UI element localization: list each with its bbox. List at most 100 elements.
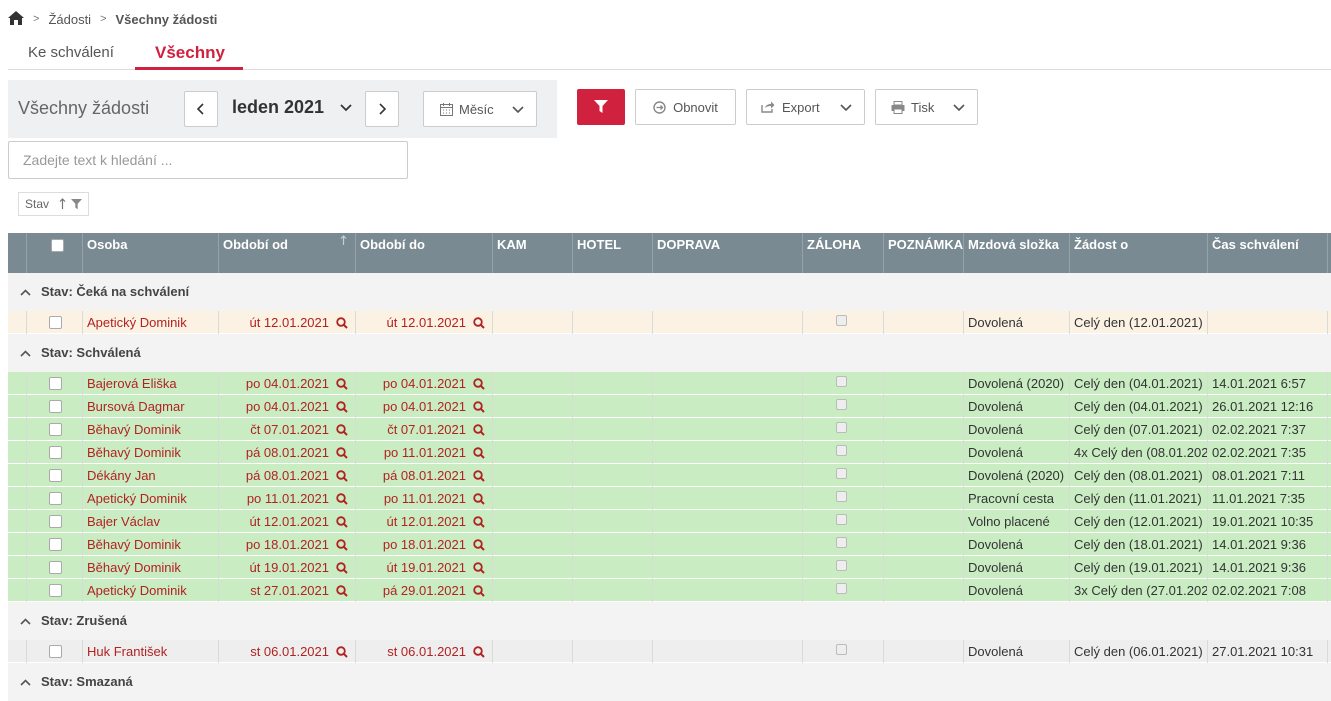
row-checkbox[interactable]: [49, 492, 62, 505]
table-row[interactable]: Běhavý Dominik po 18.01.2021 po 18.01.2021…: [8, 533, 1331, 556]
cell-person[interactable]: Běhavý Dominik: [83, 556, 219, 579]
table-row[interactable]: Běhavý Dominik pá 08.01.2021 po 11.01.2021…: [8, 441, 1331, 464]
column-header-approval-time[interactable]: Čas schválení: [1208, 233, 1328, 273]
row-checkbox[interactable]: [49, 584, 62, 597]
table-row[interactable]: Běhavý Dominik čt 07.01.2021 čt 07.01.2021…: [8, 418, 1331, 441]
next-month-button[interactable]: [365, 91, 399, 127]
cell-person[interactable]: Bajerová Eliška: [83, 372, 219, 395]
filter-icon[interactable]: [71, 198, 83, 210]
column-header-hotel[interactable]: HOTEL: [573, 233, 653, 273]
row-checkbox[interactable]: [49, 538, 62, 551]
cell-person[interactable]: Běhavý Dominik: [83, 533, 219, 556]
select-all-checkbox[interactable]: [51, 239, 64, 252]
cell-person[interactable]: Apetický Dominik: [83, 579, 219, 602]
cell-person[interactable]: Běhavý Dominik: [83, 441, 219, 464]
group-header[interactable]: Stav: Schválená: [8, 334, 1331, 372]
cell-person[interactable]: Běhavý Dominik: [83, 418, 219, 441]
group-chip-status[interactable]: Stav: [18, 192, 90, 216]
view-select[interactable]: Měsíc: [423, 91, 537, 127]
chevron-up-icon[interactable]: [20, 618, 31, 625]
row-checkbox[interactable]: [49, 446, 62, 459]
column-header-person[interactable]: Osoba: [83, 233, 219, 273]
search-icon[interactable]: [336, 493, 348, 505]
column-header-date-from[interactable]: Období od: [219, 233, 356, 273]
search-icon[interactable]: [336, 585, 348, 597]
search-icon[interactable]: [473, 447, 485, 459]
row-checkbox[interactable]: [49, 377, 62, 390]
column-header-zaloha[interactable]: ZÁLOHA: [803, 233, 884, 273]
search-icon[interactable]: [473, 401, 485, 413]
search-icon[interactable]: [473, 539, 485, 551]
tab-all[interactable]: Všechny: [135, 38, 243, 70]
search-icon[interactable]: [336, 562, 348, 574]
search-icon[interactable]: [336, 401, 348, 413]
table-row[interactable]: Běhavý Dominik út 19.01.2021 út 19.01.2021…: [8, 556, 1331, 579]
current-month[interactable]: leden 2021: [232, 97, 324, 118]
prev-month-button[interactable]: [184, 91, 218, 127]
row-checkbox[interactable]: [49, 561, 62, 574]
search-icon[interactable]: [473, 470, 485, 482]
search-icon[interactable]: [336, 424, 348, 436]
table-row[interactable]: Apetický Dominik po 11.01.2021 po 11.01.20…: [8, 487, 1331, 510]
row-checkbox[interactable]: [49, 645, 62, 658]
column-header-request-for[interactable]: Žádost o: [1070, 233, 1208, 273]
search-icon[interactable]: [473, 317, 485, 329]
filter-button[interactable]: [577, 89, 625, 125]
chevron-up-icon[interactable]: [20, 350, 31, 357]
table-row[interactable]: Bajer Václav út 12.01.2021 út 12.01.2021 Vo…: [8, 510, 1331, 533]
search-icon[interactable]: [473, 424, 485, 436]
breadcrumb-item-requests[interactable]: Žádosti: [48, 12, 91, 27]
group-header[interactable]: Stav: Čeká na schválení: [8, 273, 1331, 311]
column-header-doprava[interactable]: DOPRAVA: [653, 233, 803, 273]
search-icon[interactable]: [473, 493, 485, 505]
search-icon[interactable]: [336, 539, 348, 551]
column-header-payroll[interactable]: Mzdová složka: [964, 233, 1070, 273]
cell-person[interactable]: Apetický Dominik: [83, 311, 219, 334]
cell-person[interactable]: Bajer Václav: [83, 510, 219, 533]
search-icon[interactable]: [473, 585, 485, 597]
chevron-up-icon[interactable]: [20, 289, 31, 296]
search-icon[interactable]: [336, 516, 348, 528]
sort-asc-icon[interactable]: [340, 235, 347, 246]
print-button[interactable]: Tisk: [875, 89, 978, 125]
row-checkbox[interactable]: [49, 400, 62, 413]
column-header-poznamka[interactable]: POZNÁMKA: [884, 233, 964, 273]
search-icon[interactable]: [336, 646, 348, 658]
table-row[interactable]: Apetický Dominik st 27.01.2021 pá 29.01.20…: [8, 579, 1331, 602]
cell-person[interactable]: Huk František: [83, 640, 219, 663]
cell-person[interactable]: Dékány Jan: [83, 464, 219, 487]
group-header[interactable]: Stav: Zrušená: [8, 602, 1331, 640]
search-icon[interactable]: [473, 378, 485, 390]
table-row[interactable]: Bursová Dagmar po 04.01.2021 po 04.01.2021…: [8, 395, 1331, 418]
search-icon[interactable]: [473, 646, 485, 658]
cell-person[interactable]: Apetický Dominik: [83, 487, 219, 510]
search-icon[interactable]: [336, 378, 348, 390]
row-checkbox[interactable]: [49, 515, 62, 528]
home-icon[interactable]: [8, 10, 24, 28]
column-header-kam[interactable]: KAM: [493, 233, 573, 273]
table-row[interactable]: Apetický Dominik út 12.01.2021 út 12.01.20…: [8, 311, 1331, 334]
table-row[interactable]: Bajerová Eliška po 04.01.2021 po 04.01.202…: [8, 372, 1331, 395]
search-icon[interactable]: [336, 447, 348, 459]
search-icon[interactable]: [336, 470, 348, 482]
sort-asc-icon[interactable]: [59, 198, 66, 210]
search-icon[interactable]: [473, 562, 485, 574]
row-checkbox[interactable]: [49, 469, 62, 482]
search-icon[interactable]: [336, 317, 348, 329]
group-header[interactable]: Stav: Smazaná: [8, 663, 1331, 701]
refresh-button[interactable]: Obnovit: [635, 89, 736, 125]
tab-to-approve[interactable]: Ke schválení: [8, 38, 134, 70]
column-header-date-to[interactable]: Období do: [356, 233, 493, 273]
chevron-up-icon[interactable]: [20, 679, 31, 686]
table-row[interactable]: Dékány Jan pá 08.01.2021 pá 08.01.2021 Dovo…: [8, 464, 1331, 487]
cell-poznamka: [884, 533, 964, 556]
search-icon[interactable]: [473, 516, 485, 528]
cell-person[interactable]: Bursová Dagmar: [83, 395, 219, 418]
cell-date-from: po 04.01.2021: [219, 395, 356, 418]
chevron-down-icon[interactable]: [340, 104, 352, 112]
search-input[interactable]: [8, 141, 408, 179]
row-checkbox[interactable]: [49, 423, 62, 436]
export-button[interactable]: Export: [746, 89, 865, 125]
table-row[interactable]: Huk František st 06.01.2021 st 06.01.2021 D…: [8, 640, 1331, 663]
row-checkbox[interactable]: [49, 316, 62, 329]
